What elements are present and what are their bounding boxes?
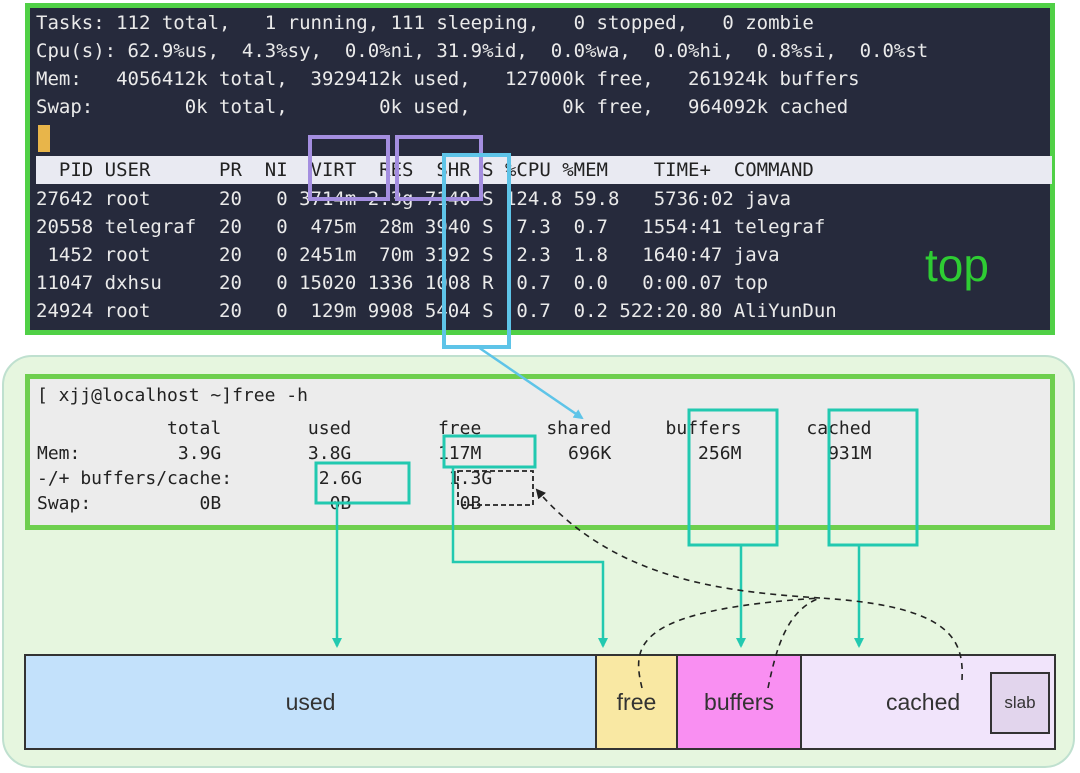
shr-highlight-box <box>442 153 511 349</box>
res-highlight-box <box>395 135 483 201</box>
free-highlight-box <box>442 434 537 469</box>
free-arrow <box>451 467 608 648</box>
dashed-from-buffers <box>767 597 821 689</box>
shr-to-shared-arrow <box>477 345 584 420</box>
annotation-overlay <box>308 135 963 689</box>
used-highlight-box <box>314 461 411 505</box>
dashed-from-free <box>637 597 821 689</box>
virt-highlight-box <box>308 135 390 201</box>
buffers-highlight-box <box>687 408 779 547</box>
available-dashed-box <box>457 470 534 506</box>
dashed-from-cached <box>819 597 963 681</box>
cached-highlight-box <box>827 408 919 547</box>
